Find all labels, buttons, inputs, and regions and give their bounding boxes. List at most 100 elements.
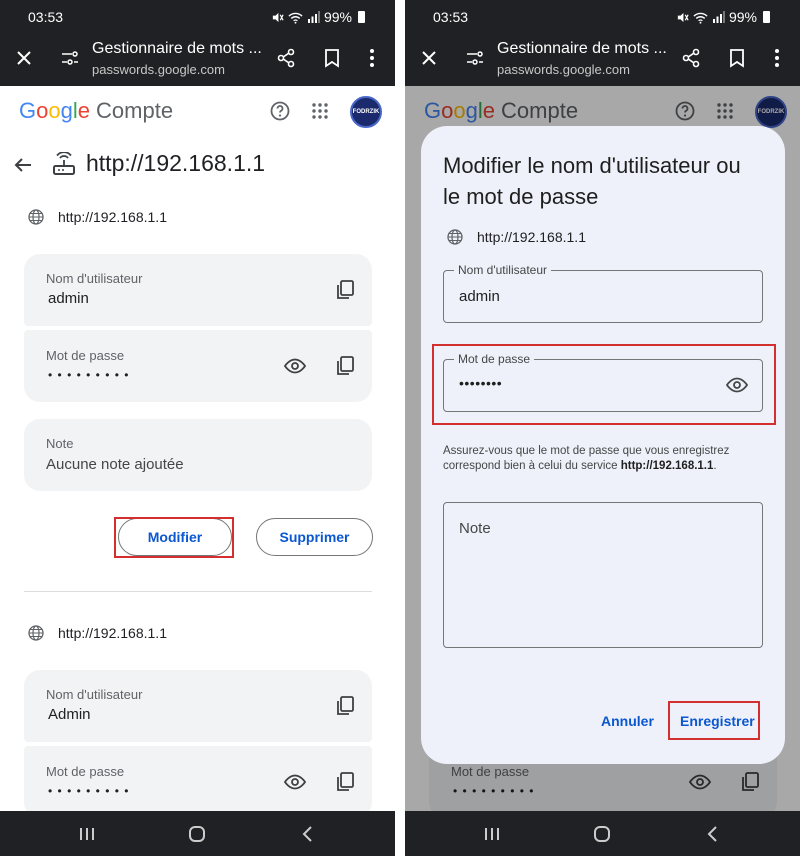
password-mask: • • • • • • • • • xyxy=(48,784,130,798)
battery-percent: 99% xyxy=(323,9,352,25)
more-vert-icon[interactable] xyxy=(765,46,789,70)
copy-icon[interactable] xyxy=(334,695,356,717)
status-bar: 03:53 99% xyxy=(405,0,800,34)
logo-letter: o xyxy=(48,98,61,123)
battery-percent: 99% xyxy=(728,9,757,25)
page-title: Gestionnaire de mots ... xyxy=(92,40,262,57)
eye-icon[interactable] xyxy=(284,355,306,377)
username-card: Nom d'utilisateur Admin xyxy=(24,670,372,742)
wifi-icon xyxy=(693,12,708,24)
page-content: Google Compte FODRZIK http://192.168.1.1… xyxy=(0,86,395,811)
password-label: Mot de passe xyxy=(46,348,125,363)
site-title: http://192.168.1.1 xyxy=(86,150,266,176)
status-icons: 99% xyxy=(676,9,770,25)
site-url: http://192.168.1.1 xyxy=(58,209,167,225)
site-settings-icon[interactable] xyxy=(58,46,82,70)
note-label: Note xyxy=(46,436,74,451)
status-icons: 99% xyxy=(271,9,365,25)
edit-credentials-dialog: Modifier le nom d'utilisateur ou le mot … xyxy=(421,126,785,764)
username-field-label: Nom d'utilisateur xyxy=(454,263,551,277)
site-row: http://192.168.1.1 xyxy=(28,209,167,225)
password-mask: • • • • • • • • • xyxy=(48,368,130,382)
copy-icon[interactable] xyxy=(334,279,356,301)
browser-toolbar: Gestionnaire de mots ... passwords.googl… xyxy=(405,34,800,86)
page-title: Gestionnaire de mots ... xyxy=(497,40,667,57)
logo-letter: o xyxy=(36,98,49,123)
mute-icon xyxy=(677,12,689,22)
globe-icon xyxy=(28,209,44,225)
status-time: 03:53 xyxy=(28,9,64,25)
username-label: Nom d'utilisateur xyxy=(46,271,143,286)
page-url[interactable]: passwords.google.com xyxy=(92,62,225,77)
status-time: 03:53 xyxy=(433,9,469,25)
close-icon[interactable] xyxy=(12,46,36,70)
router-icon xyxy=(52,152,76,178)
home-icon[interactable] xyxy=(186,823,208,845)
bookmark-icon[interactable] xyxy=(320,46,344,70)
note-field[interactable]: Note xyxy=(443,502,763,648)
site-row: http://192.168.1.1 xyxy=(28,625,167,641)
username-value: Admin xyxy=(48,706,91,723)
highlight-box xyxy=(432,344,776,425)
annuler-button[interactable]: Annuler xyxy=(601,713,654,729)
recent-apps-icon[interactable] xyxy=(481,823,503,845)
divider xyxy=(24,591,372,592)
recent-apps-icon[interactable] xyxy=(76,823,98,845)
system-nav-bar xyxy=(405,811,800,856)
signal-icon xyxy=(712,11,725,23)
google-account-logo: Google Compte xyxy=(19,98,173,124)
logo-letter: e xyxy=(77,98,91,123)
helper-text-end: . xyxy=(713,460,717,472)
copy-icon[interactable] xyxy=(334,355,356,377)
logo-letter: g xyxy=(60,98,73,123)
avatar-text: FODRZIK xyxy=(352,109,380,115)
password-card: Mot de passe • • • • • • • • • xyxy=(24,330,372,402)
close-icon[interactable] xyxy=(417,46,441,70)
home-icon[interactable] xyxy=(591,823,613,845)
help-icon[interactable] xyxy=(269,100,291,122)
username-value: admin xyxy=(48,290,89,307)
share-icon[interactable] xyxy=(274,46,298,70)
more-vert-icon[interactable] xyxy=(360,46,384,70)
avatar[interactable]: FODRZIK xyxy=(350,96,382,128)
username-card: Nom d'utilisateur admin xyxy=(24,254,372,326)
page-url[interactable]: passwords.google.com xyxy=(497,62,630,77)
highlight-box xyxy=(114,517,234,558)
back-nav-icon[interactable] xyxy=(296,823,318,845)
mute-icon xyxy=(272,12,284,22)
bookmark-icon[interactable] xyxy=(725,46,749,70)
signal-icon xyxy=(307,11,320,23)
eye-icon[interactable] xyxy=(284,771,306,793)
globe-icon xyxy=(447,229,463,245)
helper-text: Assurez-vous que le mot de passe que vou… xyxy=(443,444,765,474)
dialog-site-row: http://192.168.1.1 xyxy=(447,229,586,245)
supprimer-button[interactable]: Supprimer xyxy=(256,518,373,556)
right-phone-screen: 03:53 99% Gestionnaire de mots ... passw… xyxy=(405,0,800,856)
left-phone-screen: 03:53 99% Gestionnaire de mots ... passw… xyxy=(0,0,395,856)
system-nav-bar xyxy=(0,811,395,856)
apps-grid-icon[interactable] xyxy=(309,100,331,122)
site-settings-icon[interactable] xyxy=(463,46,487,70)
username-field[interactable]: Nom d'utilisateur admin xyxy=(443,263,763,323)
password-card: Mot de passe • • • • • • • • • xyxy=(24,746,372,811)
password-label: Mot de passe xyxy=(46,764,125,779)
back-nav-icon[interactable] xyxy=(701,823,723,845)
copy-icon[interactable] xyxy=(334,771,356,793)
helper-site: http://192.168.1.1 xyxy=(620,460,714,472)
browser-toolbar: Gestionnaire de mots ... passwords.googl… xyxy=(0,34,395,86)
username-label: Nom d'utilisateur xyxy=(46,687,143,702)
dialog-title: Modifier le nom d'utilisateur ou le mot … xyxy=(443,153,741,209)
back-arrow-icon[interactable] xyxy=(12,154,34,176)
status-bar: 03:53 99% xyxy=(0,0,395,34)
battery-icon xyxy=(358,11,365,23)
note-card: Note Aucune note ajoutée xyxy=(24,419,372,491)
dialog-site-url: http://192.168.1.1 xyxy=(477,229,586,245)
note-input[interactable]: Note xyxy=(459,520,491,537)
highlight-box xyxy=(668,701,760,740)
battery-icon xyxy=(763,11,770,23)
username-input[interactable]: admin xyxy=(459,288,500,305)
compte-label: Compte xyxy=(96,98,174,123)
wifi-icon xyxy=(288,12,303,24)
share-icon[interactable] xyxy=(679,46,703,70)
note-value: Aucune note ajoutée xyxy=(46,456,184,473)
